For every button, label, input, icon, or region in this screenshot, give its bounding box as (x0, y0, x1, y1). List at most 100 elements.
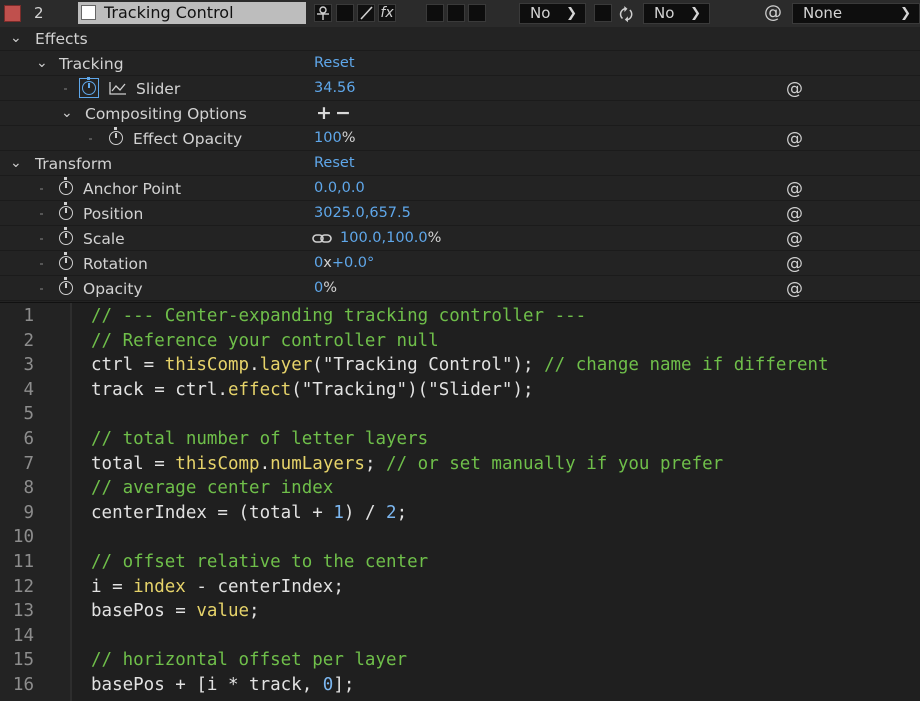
graph-editor-icon[interactable] (108, 80, 128, 96)
add-mask-button[interactable]: + (316, 102, 332, 124)
layer-header-row[interactable]: 2 Tracking Control fx No ❯ 🗘 No ❯ @ None… (0, 0, 920, 28)
layer-name-field[interactable]: Tracking Control (78, 2, 306, 24)
code-line[interactable]: 15 // horizontal offset per layer (0, 648, 920, 673)
code-token: . (259, 453, 271, 474)
stopwatch-icon[interactable] (59, 227, 73, 245)
parent-pickwhip-icon[interactable]: @ (764, 4, 782, 22)
motion-blur-switch[interactable] (447, 4, 465, 22)
code-token: index (133, 576, 186, 597)
blend-mode-dropdown[interactable]: No ❯ (519, 3, 586, 24)
shy-switch-icon[interactable] (314, 4, 332, 22)
preserve-transparency-switch[interactable] (594, 4, 612, 22)
code-text[interactable]: // offset relative to the center (91, 550, 428, 575)
code-text[interactable]: // Reference your controller null (91, 329, 439, 354)
rotation-row[interactable]: Rotation 0x+0.0° @ (0, 252, 920, 276)
code-line[interactable]: 16 basePos + [i * track, 0]; (0, 673, 920, 698)
expression-pickwhip-icon[interactable]: @ (786, 254, 803, 274)
stopwatch-icon[interactable] (59, 277, 73, 295)
effect-opacity-number[interactable]: 100 (314, 130, 342, 146)
effect-opacity-row[interactable]: Effect Opacity 100% @ (0, 127, 920, 151)
code-line[interactable]: 1 // --- Center-expanding tracking contro… (0, 304, 920, 329)
code-text[interactable]: // --- Center-expanding tracking control… (91, 304, 586, 329)
chevron-down-icon[interactable]: ⌄ (61, 105, 73, 121)
remove-mask-button[interactable]: − (335, 102, 351, 124)
effects-group-row[interactable]: ⌄ Effects (0, 27, 920, 51)
anchor-point-value[interactable]: 0.0,0.0 (314, 180, 365, 196)
code-text[interactable]: total = thisComp.numLayers; // or set ma… (91, 452, 723, 477)
code-line[interactable]: 2 // Reference your controller null (0, 329, 920, 354)
code-token: centerIndex = (total + (91, 502, 334, 523)
opacity-row[interactable]: Opacity 0% @ (0, 277, 920, 301)
effects-switch-icon[interactable]: fx (378, 4, 396, 22)
expression-pickwhip-icon[interactable]: @ (786, 79, 803, 99)
code-text[interactable]: // average center index (91, 476, 333, 501)
code-line[interactable]: 11 // offset relative to the center (0, 550, 920, 575)
effect-opacity-value[interactable]: 100% (314, 130, 355, 146)
compositing-options-row[interactable]: ⌄ Compositing Options + − (0, 102, 920, 126)
code-text[interactable]: i = index - centerIndex; (91, 575, 344, 600)
transform-group-row[interactable]: ⌄ Transform Reset (0, 152, 920, 176)
code-text[interactable]: centerIndex = (total + 1) / 2; (91, 501, 407, 526)
opacity-value[interactable]: 0% (314, 280, 337, 296)
slider-value[interactable]: 34.56 (314, 80, 356, 96)
opacity-label: Opacity (83, 280, 143, 298)
chevron-down-icon[interactable]: ⌄ (36, 55, 48, 71)
code-text[interactable]: basePos + [i * track, 0]; (91, 673, 354, 698)
anchor-point-row[interactable]: Anchor Point 0.0,0.0 @ (0, 177, 920, 201)
stopwatch-icon[interactable] (82, 77, 96, 95)
tracking-effect-row[interactable]: ⌄ Tracking Reset (0, 52, 920, 76)
scale-number[interactable]: 100.0,100.0 (340, 230, 428, 246)
chevron-down-icon[interactable]: ⌄ (10, 155, 22, 171)
slider-property-row[interactable]: Slider 34.56 @ (0, 77, 920, 101)
line-number: 13 (12, 601, 34, 622)
stopwatch-icon[interactable] (109, 127, 123, 145)
code-line[interactable]: 7 total = thisComp.numLayers; // or set m… (0, 452, 920, 477)
code-line[interactable]: 13 basePos = value; (0, 599, 920, 624)
adjustment-layer-switch[interactable] (468, 4, 486, 22)
code-line[interactable]: 9 centerIndex = (total + 1) / 2; (0, 501, 920, 526)
opacity-number[interactable]: 0 (314, 280, 323, 296)
frame-blend-switch[interactable] (426, 4, 444, 22)
transform-reset-link[interactable]: Reset (314, 155, 355, 171)
rotation-degrees[interactable]: +0.0° (332, 255, 374, 271)
code-text[interactable]: ctrl = thisComp.layer("Tracking Control"… (91, 353, 829, 378)
expression-pickwhip-icon[interactable]: @ (786, 179, 803, 199)
code-text[interactable]: basePos = value; (91, 599, 260, 624)
expression-pickwhip-icon[interactable]: @ (786, 129, 803, 149)
code-text[interactable]: // horizontal offset per layer (91, 648, 407, 673)
code-line[interactable]: 3 ctrl = thisComp.layer("Tracking Control… (0, 353, 920, 378)
parent-dropdown[interactable]: None ❯ (792, 3, 920, 24)
code-text[interactable]: track = ctrl.effect("Tracking")("Slider"… (91, 378, 534, 403)
layer-label-color[interactable] (4, 5, 21, 22)
rotation-x-separator: x (323, 255, 332, 271)
chevron-down-icon[interactable]: ⌄ (10, 30, 22, 46)
quality-switch-icon[interactable] (357, 4, 375, 22)
expression-pickwhip-icon[interactable]: @ (786, 229, 803, 249)
collapse-switch[interactable] (336, 4, 354, 22)
position-value[interactable]: 3025.0,657.5 (314, 205, 411, 221)
scale-value[interactable]: 100.0,100.0% (340, 230, 441, 246)
line-number: 1 (23, 306, 34, 326)
constrain-proportions-link-icon[interactable] (312, 233, 332, 244)
track-matte-dropdown[interactable]: No ❯ (643, 3, 710, 24)
code-line[interactable]: 4 track = ctrl.effect("Tracking")("Slider… (0, 378, 920, 403)
stopwatch-icon[interactable] (59, 177, 73, 195)
position-row[interactable]: Position 3025.0,657.5 @ (0, 202, 920, 226)
stopwatch-icon[interactable] (59, 252, 73, 270)
stopwatch-icon[interactable] (59, 202, 73, 220)
code-line[interactable]: 12 i = index - centerIndex; (0, 575, 920, 600)
code-line[interactable]: 8 // average center index (0, 476, 920, 501)
rotation-value[interactable]: 0x+0.0° (314, 255, 374, 271)
code-line[interactable]: 10 (0, 525, 920, 550)
expression-editor[interactable]: 1 // --- Center-expanding tracking contro… (0, 302, 920, 701)
code-line[interactable]: 5 (0, 402, 920, 427)
rotation-turns[interactable]: 0 (314, 255, 323, 271)
code-line[interactable]: 14 (0, 624, 920, 649)
expression-pickwhip-icon[interactable]: @ (786, 204, 803, 224)
code-line[interactable]: 6 // total number of letter layers (0, 427, 920, 452)
tracking-reset-link[interactable]: Reset (314, 55, 355, 71)
code-token: // change name if different (544, 355, 829, 376)
scale-row[interactable]: Scale 100.0,100.0% @ (0, 227, 920, 251)
expression-pickwhip-icon[interactable]: @ (786, 279, 803, 299)
code-text[interactable]: // total number of letter layers (91, 427, 428, 452)
